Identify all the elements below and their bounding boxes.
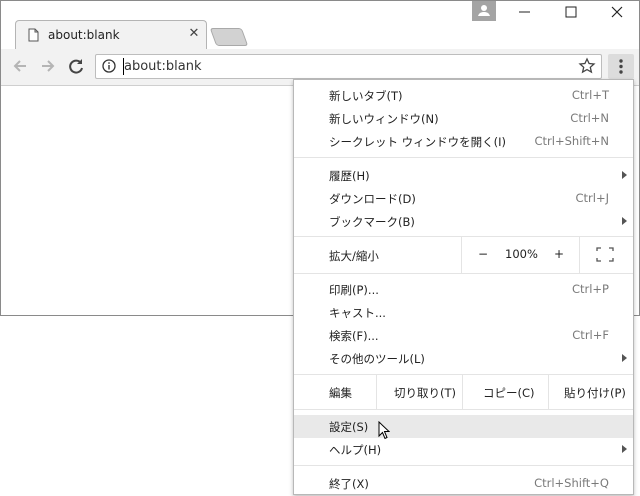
submenu-arrow-icon (622, 354, 627, 362)
zoom-label: 拡大/縮小 (329, 249, 379, 263)
url-text[interactable]: about:blank (124, 59, 202, 74)
menu-separator (294, 157, 633, 158)
page-icon (28, 28, 39, 42)
cut-button[interactable]: 切り取り(T) (376, 375, 463, 409)
forward-arrow-icon (42, 60, 55, 72)
tab-close-icon[interactable]: ✕ (187, 26, 201, 41)
chrome-menu: 新しいタブ(T) Ctrl+T 新しいウィンドウ(N) Ctrl+N シークレッ… (293, 79, 634, 495)
menu-item-new-window[interactable]: 新しいウィンドウ(N) Ctrl+N (294, 107, 633, 130)
vertical-dots-icon (619, 59, 623, 74)
menu-item-settings[interactable]: 設定(S) (294, 415, 633, 438)
menu-item-cast[interactable]: キャスト... (294, 301, 633, 324)
zoom-controls: − 100% + (461, 237, 580, 273)
title-bar: about:blank ✕ (1, 1, 639, 49)
fullscreen-icon[interactable] (596, 247, 614, 262)
menu-item-find[interactable]: 検索(F)... Ctrl+F (294, 324, 633, 347)
person-icon (478, 5, 490, 16)
zoom-out-button[interactable]: − (478, 247, 488, 261)
submenu-arrow-icon (622, 445, 627, 453)
address-bar[interactable]: about:blank (95, 54, 602, 79)
mouse-pointer-icon (378, 421, 390, 440)
menu-item-new-tab[interactable]: 新しいタブ(T) Ctrl+T (294, 84, 633, 107)
back-arrow-icon (13, 60, 26, 72)
menu-item-bookmarks[interactable]: ブックマーク(B) (294, 210, 633, 233)
menu-item-exit[interactable]: 終了(X) Ctrl+Shift+Q (294, 472, 633, 495)
profile-button[interactable] (472, 1, 496, 21)
minimize-button[interactable] (503, 3, 547, 25)
back-button[interactable] (9, 55, 31, 77)
close-window-button[interactable] (595, 3, 639, 25)
zoom-in-button[interactable]: + (554, 247, 564, 261)
new-tab-button[interactable] (209, 28, 249, 46)
menu-separator (294, 273, 633, 274)
zoom-level: 100% (505, 247, 538, 261)
menu-item-print[interactable]: 印刷(P)... Ctrl+P (294, 278, 633, 301)
menu-item-help[interactable]: ヘルプ(H) (294, 438, 633, 461)
minimize-icon (519, 11, 530, 13)
menu-separator (294, 409, 633, 410)
submenu-arrow-icon (622, 217, 627, 225)
info-icon[interactable] (102, 59, 116, 73)
edit-label: 編集 (329, 386, 352, 400)
menu-button[interactable] (608, 54, 634, 79)
tab-title: about:blank (48, 28, 120, 42)
menu-item-more-tools[interactable]: その他のツール(L) (294, 347, 633, 370)
forward-button[interactable] (37, 55, 59, 77)
close-icon (611, 6, 623, 18)
edit-row: 編集 切り取り(T) コピー(C) 貼り付け(P) (294, 375, 633, 409)
menu-item-downloads[interactable]: ダウンロード(D) Ctrl+J (294, 187, 633, 210)
copy-button[interactable]: コピー(C) (462, 375, 549, 409)
reload-icon (69, 59, 83, 74)
submenu-arrow-icon (622, 171, 627, 179)
bookmark-star-icon[interactable] (578, 57, 596, 75)
paste-button[interactable]: 貼り付け(P) (548, 375, 634, 409)
menu-item-incognito[interactable]: シークレット ウィンドウを開く(I) Ctrl+Shift+N (294, 130, 633, 153)
menu-item-history[interactable]: 履歴(H) (294, 164, 633, 187)
tab-about-blank[interactable]: about:blank ✕ (15, 20, 207, 49)
reload-button[interactable] (65, 55, 87, 77)
menu-separator (294, 465, 633, 466)
zoom-row: 拡大/縮小 − 100% + (294, 237, 633, 273)
maximize-button[interactable] (549, 3, 593, 25)
maximize-icon (565, 6, 577, 18)
